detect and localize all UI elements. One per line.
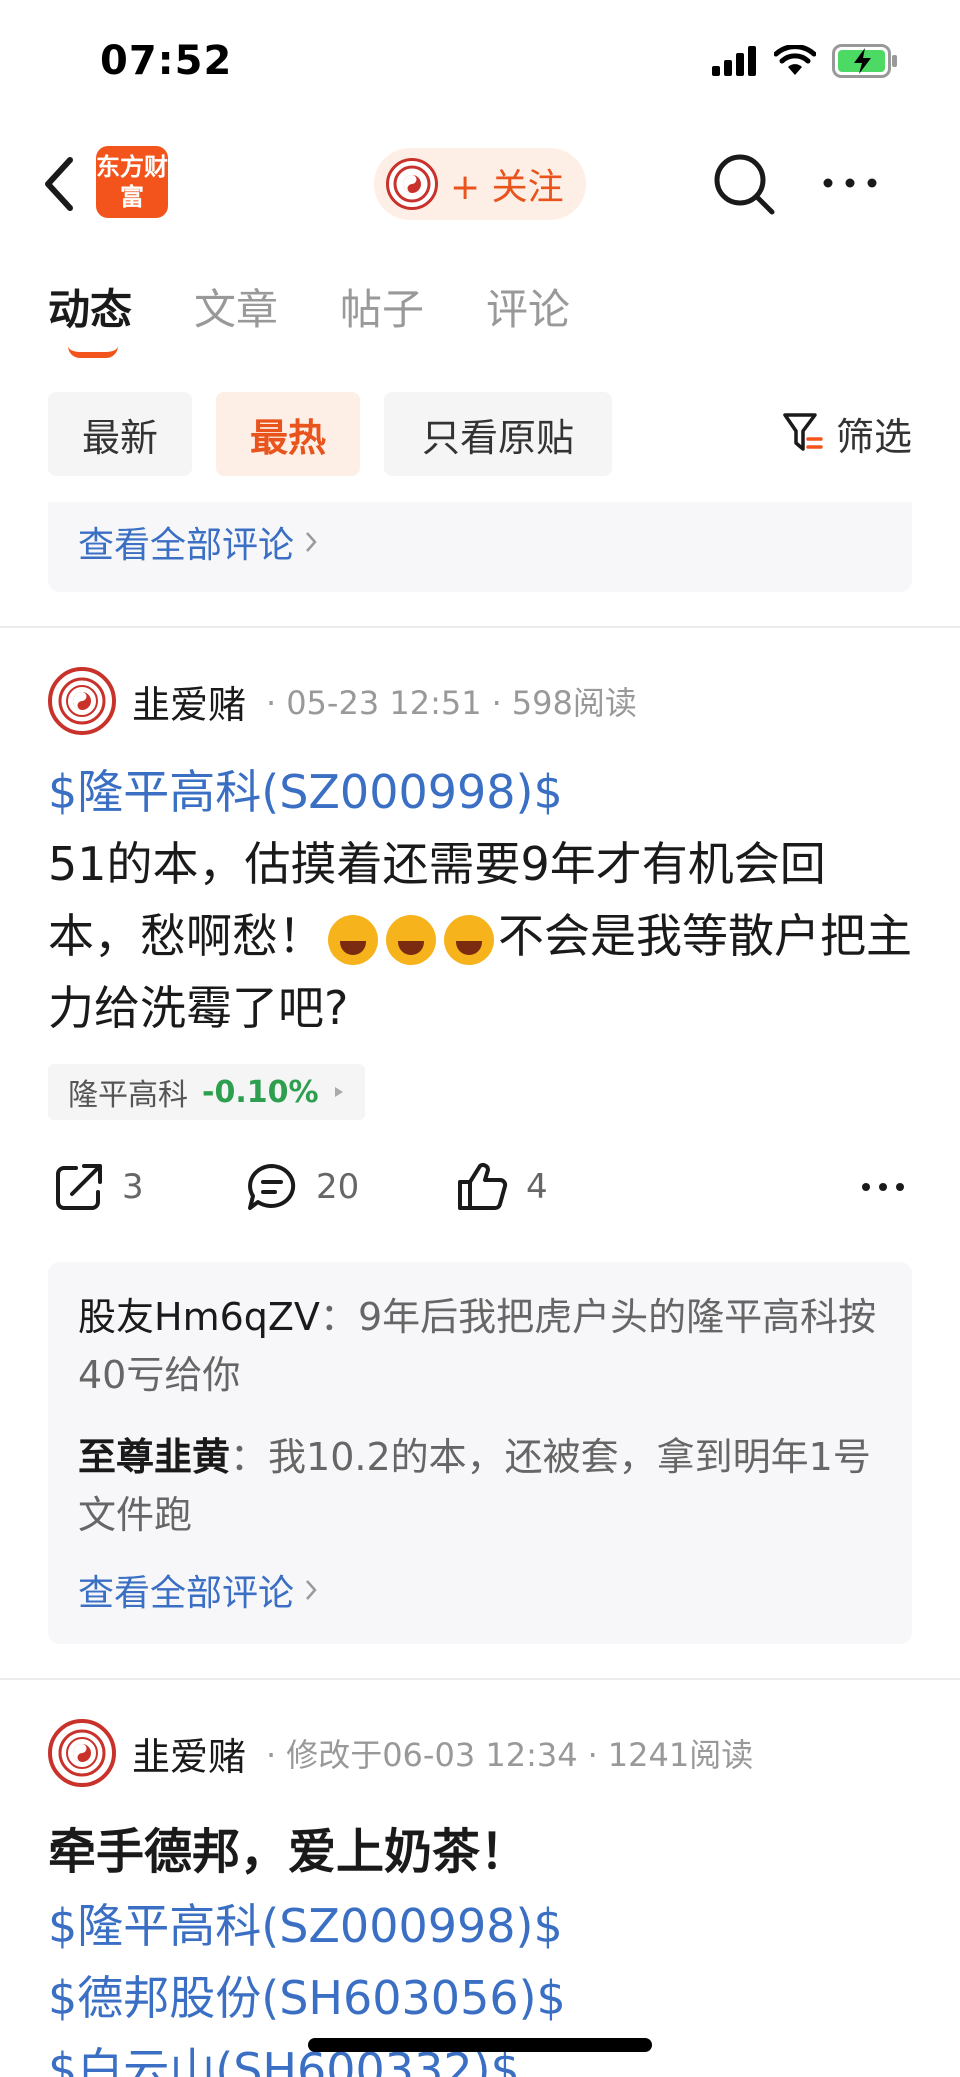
post-body: $隆平高科(SZ000998)$ 51的本，估摸着还需要9年才有机会回本，愁啊愁… (48, 756, 912, 1044)
stock-link[interactable]: $隆平高科(SZ000998)$ (48, 1890, 912, 1962)
taiji-avatar-icon (58, 1729, 106, 1777)
stock-tag[interactable]: 隆平高科 -0.10% (48, 1064, 365, 1120)
tab-posts[interactable]: 帖子 (340, 276, 424, 337)
comment-item[interactable]: 股友Hm6qZV：9年后我把虎户头的隆平高科按40亏给你 (78, 1288, 882, 1404)
filter-label: 筛选 (835, 415, 912, 459)
thumbs-up-icon (458, 1163, 508, 1210)
post-more-icon[interactable] (860, 1180, 906, 1194)
commenter-name[interactable]: 至尊韭黄 (78, 1435, 230, 1479)
author-name[interactable]: 韭爱赌 (132, 674, 246, 729)
tab-comments[interactable]: 评论 (486, 276, 570, 337)
tab-articles[interactable]: 文章 (194, 276, 278, 337)
chevron-right-icon (306, 532, 317, 552)
taiji-avatar-icon (393, 165, 431, 203)
comment-separator: ： (230, 1435, 269, 1479)
wifi-icon (774, 45, 816, 75)
app-logo[interactable]: 东方财富 (96, 146, 168, 218)
post-header: 韭爱赌 · 修改于06-03 12:34 · 1241阅读 (48, 1718, 912, 1788)
filter-latest[interactable]: 最新 (48, 392, 192, 476)
view-all-comments-link[interactable]: 查看全部评论 (78, 516, 318, 568)
view-all-comments-link[interactable]: 查看全部评论 (78, 1564, 882, 1616)
post-meta: · 05-23 12:51 · 598阅读 (266, 684, 637, 722)
back-arrow-icon[interactable] (40, 154, 80, 214)
author-avatar[interactable] (48, 667, 116, 735)
nav-bar: 东方财富 + 关注 (0, 130, 960, 240)
author-name[interactable]: 韭爱赌 (132, 1726, 246, 1781)
share-icon (56, 1164, 102, 1210)
comment-count: 20 (316, 1167, 360, 1207)
like-button[interactable]: 4 (454, 1160, 548, 1214)
post-divider (0, 626, 960, 628)
status-icons (712, 44, 898, 78)
laughing-emoji-icon (386, 914, 436, 965)
share-button[interactable]: 3 (52, 1160, 144, 1214)
post-divider (0, 1678, 960, 1680)
comments-preview: 股友Hm6qZV：9年后我把虎户头的隆平高科按40亏给你 至尊韭黄：我10.2的… (48, 1262, 912, 1644)
more-options-icon[interactable] (820, 168, 880, 198)
tab-dynamic[interactable]: 动态 (48, 276, 133, 358)
comment-bubble-icon (248, 1164, 296, 1210)
stock-link[interactable]: $德邦股份(SH603056)$ (48, 1962, 912, 2034)
filter-original-only[interactable]: 只看原贴 (384, 392, 612, 476)
comment-button[interactable]: 20 (244, 1160, 359, 1214)
comment-separator: ： (319, 1295, 358, 1339)
post-date: 修改于06-03 12:34 (286, 1736, 578, 1774)
filter-funnel-icon (783, 412, 823, 451)
user-avatar (386, 158, 438, 210)
home-indicator[interactable] (308, 2038, 652, 2052)
stock-tag-change: -0.10% (202, 1074, 319, 1110)
like-count: 4 (526, 1167, 548, 1207)
post-reads: 598阅读 (511, 684, 637, 722)
post-meta: · 修改于06-03 12:34 · 1241阅读 (266, 1736, 754, 1774)
previous-comments-box: 查看全部评论 (48, 502, 912, 592)
post-card[interactable]: 韭爱赌 · 05-23 12:51 · 598阅读 $隆平高科(SZ000998)$ … (48, 666, 912, 1220)
stock-tag-name: 隆平高科 (68, 1078, 188, 1113)
follow-button[interactable]: + 关注 (374, 148, 586, 220)
post-title: 牵手德邦，爱上奶茶！ (48, 1824, 529, 1880)
post-actions: 3 20 4 (48, 1150, 912, 1220)
filter-button[interactable]: 筛选 (782, 406, 912, 461)
taiji-avatar-icon (58, 677, 106, 725)
active-tab-indicator (68, 346, 118, 358)
comment-item[interactable]: 至尊韭黄：我10.2的本，还被套，拿到明年1号文件跑 (78, 1428, 882, 1544)
post-date: 05-23 12:51 (286, 684, 482, 722)
search-icon[interactable] (712, 152, 778, 218)
author-avatar[interactable] (48, 1719, 116, 1787)
follow-label: + 关注 (450, 167, 564, 208)
commenter-name[interactable]: 股友Hm6qZV (78, 1295, 320, 1339)
battery-charging-icon (832, 44, 897, 78)
filter-bar: 最新 最热 只看原贴 筛选 (48, 392, 912, 476)
post-header: 韭爱赌 · 05-23 12:51 · 598阅读 (48, 666, 912, 736)
laughing-emoji-icon (328, 914, 378, 965)
post-reads: 1241阅读 (607, 1736, 754, 1774)
cellular-signal-icon (712, 46, 756, 76)
stock-link[interactable]: $隆平高科(SZ000998)$ (48, 756, 912, 828)
filter-hottest[interactable]: 最热 (216, 392, 360, 476)
profile-tabs: 动态 文章 帖子 评论 (48, 276, 570, 358)
status-bar: 07:52 (0, 0, 960, 120)
play-arrow-icon (334, 1087, 343, 1097)
chevron-right-icon (306, 1580, 317, 1600)
laughing-emoji-icon (444, 914, 494, 965)
status-time: 07:52 (100, 38, 233, 84)
tab-dynamic-label: 动态 (48, 285, 133, 334)
share-count: 3 (122, 1167, 144, 1207)
post-card[interactable]: 韭爱赌 · 修改于06-03 12:34 · 1241阅读 牵手德邦，爱上奶茶！ $隆… (48, 1718, 912, 2077)
view-all-comments-label: 查看全部评论 (78, 525, 295, 566)
view-all-comments-label: 查看全部评论 (78, 1573, 295, 1614)
post-text: 51的本，估摸着还需要9年才有机会回本，愁啊愁！ 不会是我等散户把主力给洗霉了吧? (48, 828, 912, 1044)
